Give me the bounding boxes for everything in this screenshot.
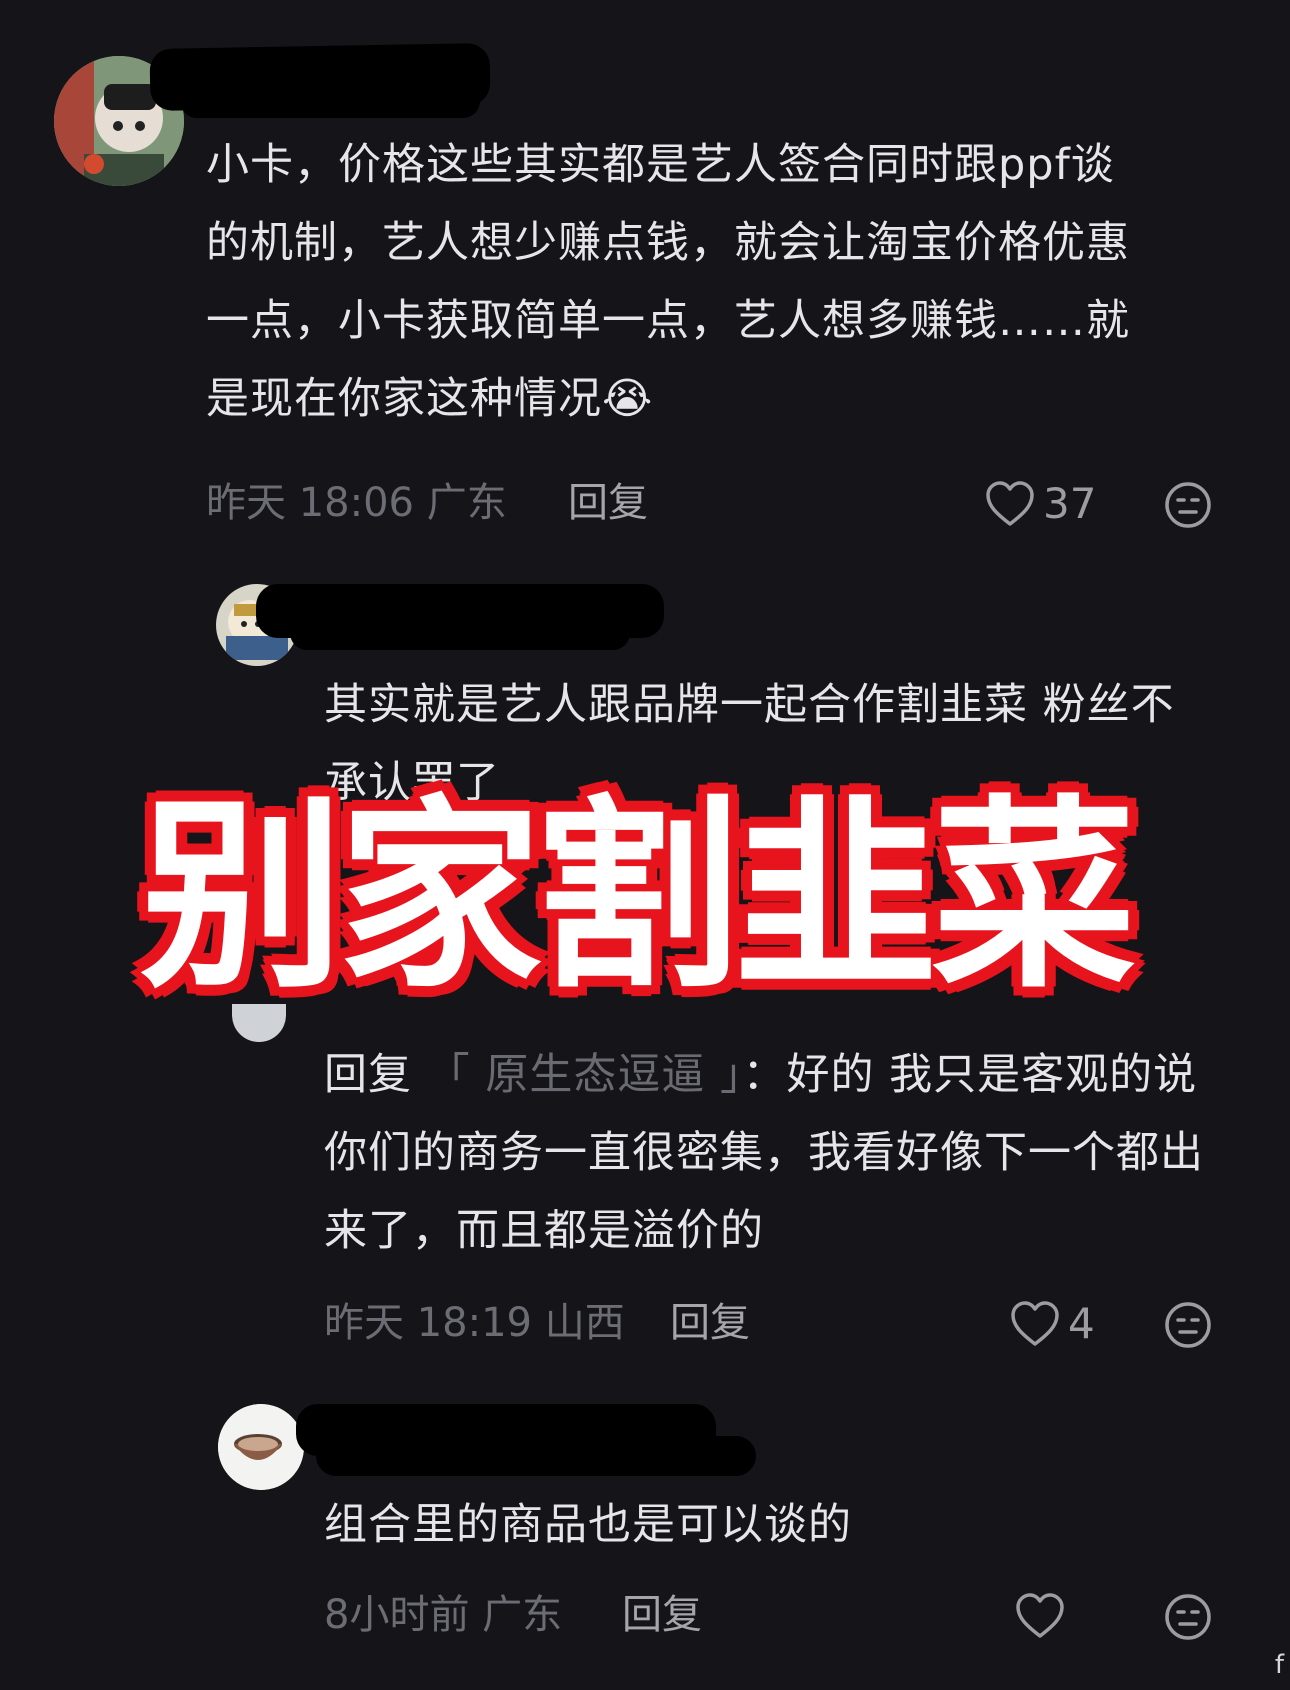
comment-time: 8小时前	[324, 1592, 470, 1638]
heart-outline-icon	[1016, 1593, 1064, 1638]
redacted-username	[180, 84, 480, 118]
comment-time: 昨天 18:06	[206, 480, 414, 526]
like-count: 37	[1043, 479, 1097, 528]
neutral-face-icon[interactable]	[1163, 1592, 1213, 1642]
avatar-image	[218, 1404, 304, 1490]
comment-time: 昨天 18:19	[324, 1300, 532, 1346]
comment-meta: 昨天 18:19 山西	[324, 1298, 625, 1348]
comment-location: 山西	[544, 1300, 625, 1346]
comment-text: 组合里的商品也是可以谈的	[324, 1500, 852, 1550]
avatar[interactable]	[218, 1404, 304, 1490]
comment-meta: 昨天 18:06 广东	[206, 478, 507, 528]
comment-location: 广东	[482, 1592, 563, 1638]
reply-button[interactable]: 回复	[568, 478, 648, 528]
crying-emoji: 😭	[602, 374, 654, 424]
like-button[interactable]	[1015, 1588, 1073, 1644]
comment-text: 小卡，价格这些其实都是艺人签合同时跟ppf谈的机制，艺人想少赚点钱，就会让淘宝价…	[206, 140, 1130, 424]
like-button[interactable]: 4	[1010, 1296, 1095, 1352]
comment-meta: 8小时前 广东	[324, 1590, 562, 1640]
comment-location: 广东	[426, 480, 507, 526]
quoted-username[interactable]: 「 原生态逗逼 」	[427, 1050, 743, 1100]
neutral-face-icon[interactable]	[1163, 480, 1213, 530]
reply-prefix: 回复	[324, 1050, 412, 1100]
heart-outline-icon	[986, 481, 1034, 526]
neutral-face-icon[interactable]	[1163, 1300, 1213, 1350]
corner-watermark: f	[1274, 1650, 1284, 1680]
redacted-username	[316, 1436, 756, 1476]
reply-button[interactable]: 回复	[622, 1590, 702, 1640]
like-button[interactable]: 37	[985, 476, 1096, 532]
overlay-caption: 别家割韭菜	[135, 779, 1141, 1016]
heart-outline-icon	[1011, 1301, 1059, 1346]
redacted-username	[290, 616, 630, 650]
like-count: 4	[1068, 1299, 1095, 1348]
reply-button[interactable]: 回复	[670, 1298, 750, 1348]
comment-text: 回复 「 原生态逗逼 」：好的 我只是客观的说 你们的商务一直很密集，我看好像下…	[324, 1050, 1204, 1256]
